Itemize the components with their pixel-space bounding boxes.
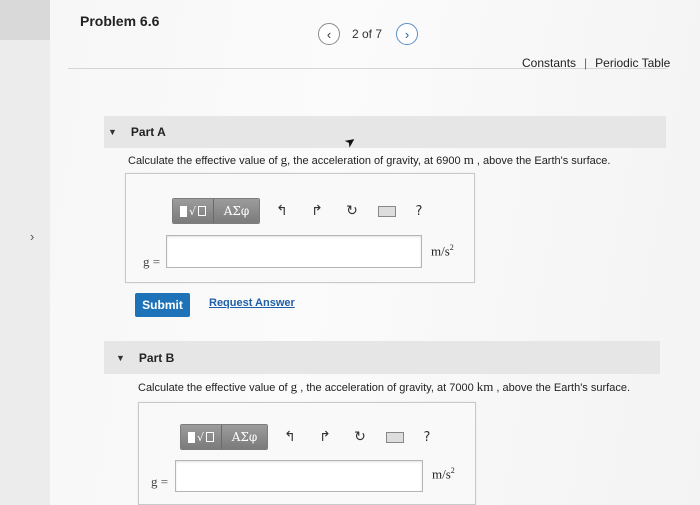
radical-icon: √ [196,430,204,444]
problem-title: Problem 6.6 [80,13,160,29]
unit-exponent: 2 [449,243,454,252]
keyboard-icon[interactable] [378,205,396,217]
template-box-icon [206,432,214,442]
part-a-question: Calculate the effective value of g, the … [128,152,610,168]
greek-symbols-button[interactable]: ΑΣφ [221,425,267,449]
left-navigation-strip [0,0,50,505]
unit-text: m/s [432,466,451,482]
question-unit: km [476,379,494,394]
part-b-label: Part B [138,350,175,365]
chevron-right-icon[interactable]: › [30,229,34,244]
template-button-group: √ ΑΣφ [172,198,260,224]
question-text-start: Calculate the effective value of [128,155,281,167]
next-problem-button[interactable]: › [396,23,419,45]
undo-icon[interactable]: ↰ [277,429,303,445]
part-b-math-toolbar: √ ΑΣφ ↰ ↱ ↻ ? [180,424,440,450]
templates-button[interactable]: √ [173,199,213,223]
reset-icon[interactable]: ↻ [347,429,373,445]
help-button[interactable]: ? [406,204,432,219]
chevron-right-icon: › [404,26,410,42]
part-a-unit: m/s2 [431,243,454,259]
part-a-header[interactable]: ▼ Part A [104,116,666,148]
unit-text: m/s [431,243,450,259]
reset-icon[interactable]: ↻ [339,203,365,219]
templates-button[interactable]: √ [181,425,221,449]
template-block-icon [187,431,195,443]
problem-pager: ‹ 2 of 7 › [318,23,419,45]
keyboard-icon[interactable] [386,431,404,443]
constants-link[interactable]: Constants [522,56,576,70]
unit-exponent: 2 [450,466,455,475]
part-a-answer-input[interactable] [166,235,422,268]
help-button[interactable]: ? [414,430,440,445]
part-a-label: Part A [130,125,166,139]
question-unit: m [463,152,474,167]
part-a-answer-label: g = [143,254,161,269]
part-b-question: Calculate the effective value of g , the… [138,379,630,395]
question-text-end: , above the Earth's surface. [473,155,611,167]
submit-button[interactable]: Submit [135,293,190,317]
previous-problem-button[interactable]: ‹ [318,23,340,45]
redo-icon[interactable]: ↱ [304,203,330,219]
question-text-start: Calculate the effective value of [138,382,291,394]
reference-links: Constants | Periodic Table [522,56,670,70]
question-text-middle: , the acceleration of gravity, at 6900 [287,155,464,167]
template-block-icon [179,205,187,217]
part-b-answer-label: g = [151,474,169,489]
undo-icon[interactable]: ↰ [269,203,295,219]
left-strip-header [0,0,50,40]
greek-symbols-button[interactable]: ΑΣφ [213,199,259,223]
part-b-unit: m/s2 [432,466,455,482]
request-answer-link[interactable]: Request Answer [209,297,295,309]
collapse-triangle-icon: ▼ [108,127,117,137]
chevron-left-icon: ‹ [326,26,332,42]
redo-icon[interactable]: ↱ [312,429,338,445]
link-separator: | [584,56,588,70]
part-b-header[interactable]: ▼ Part B [104,341,660,374]
radical-icon: √ [188,204,196,218]
part-b-answer-input[interactable] [175,460,423,492]
question-text-end: , above the Earth's surface. [493,382,630,394]
periodic-table-link[interactable]: Periodic Table [595,56,670,70]
pager-count: 2 of 7 [352,27,383,41]
template-button-group: √ ΑΣφ [180,424,268,450]
part-a-math-toolbar: √ ΑΣφ ↰ ↱ ↻ ? [172,198,432,224]
template-box-icon [198,206,206,216]
question-text-middle: , the acceleration of gravity, at 7000 [297,382,477,394]
collapse-triangle-icon: ▼ [116,352,125,363]
